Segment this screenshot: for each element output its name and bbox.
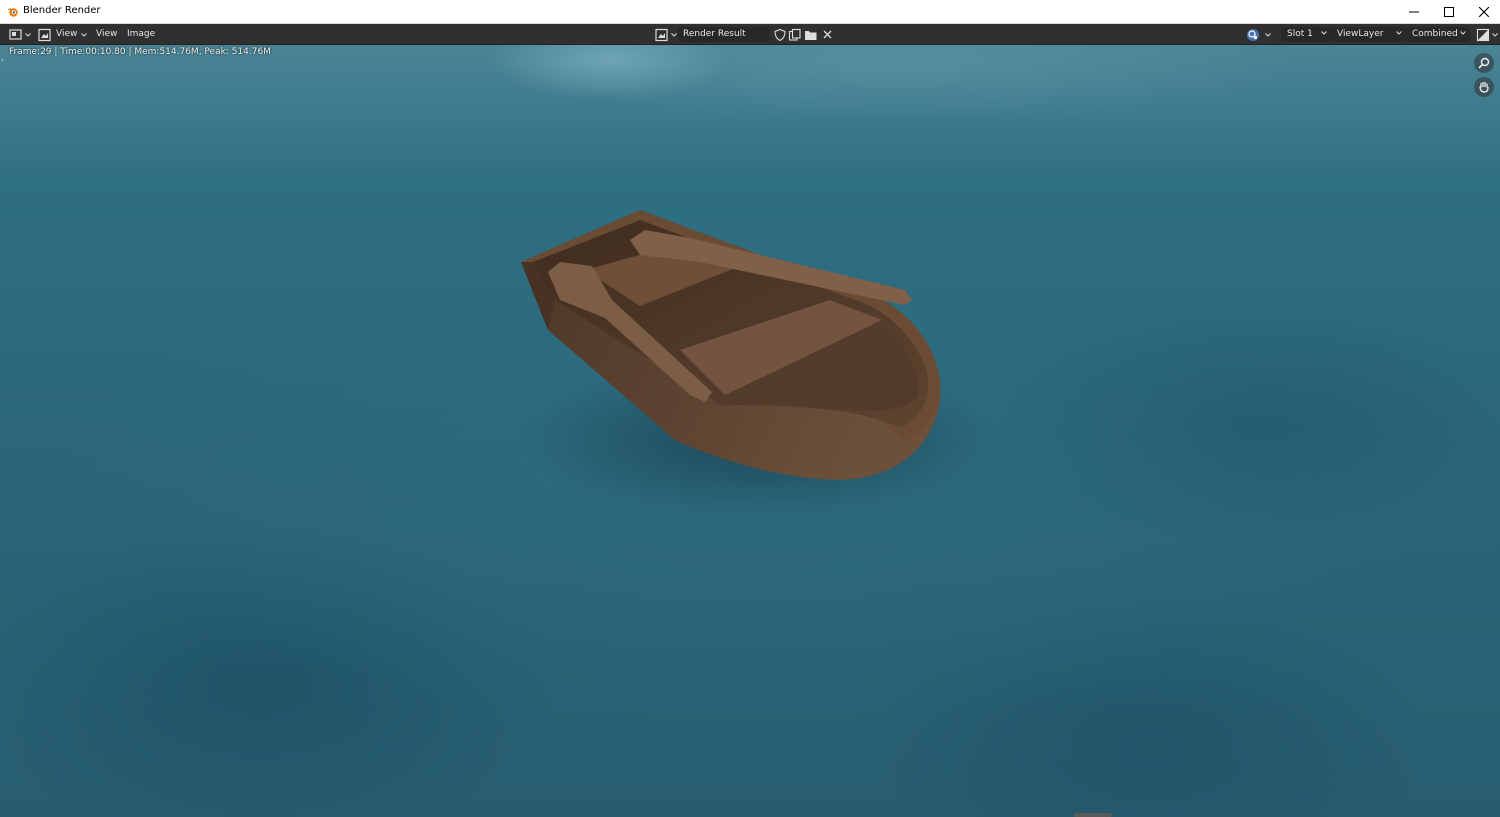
chevron-down-icon [1460, 31, 1466, 35]
view-layer-label: ViewLayer [1337, 29, 1384, 39]
render-info-text: Frame:29 | Time:00:10.80 | Mem:514.76M, … [9, 47, 271, 57]
horizontal-scrollbar[interactable] [1074, 813, 1112, 817]
window-titlebar: Blender Render [0, 0, 1500, 24]
gizmo-overlay-icon [1247, 28, 1259, 41]
slot-label: Slot 1 [1287, 29, 1313, 39]
chevron-down-icon [1492, 32, 1498, 37]
image-browse-icon [655, 28, 668, 41]
view-mode-selector[interactable]: View [38, 26, 88, 43]
render-viewport[interactable] [0, 45, 1500, 817]
view-mode-icon [38, 28, 51, 41]
open-image-button[interactable] [804, 26, 818, 43]
maximize-button[interactable] [1431, 0, 1467, 24]
chevron-down-icon [1396, 31, 1402, 35]
maximize-icon [1444, 7, 1454, 17]
new-image-button[interactable] [788, 26, 802, 43]
pan-button[interactable] [1474, 77, 1494, 97]
minimize-icon [1409, 11, 1419, 13]
menu-image[interactable]: Image [127, 28, 155, 41]
gizmo-overlay-toggle[interactable] [1246, 26, 1271, 43]
display-channels-selector[interactable] [1476, 26, 1498, 43]
open-folder-icon [805, 30, 817, 40]
view-layer-selector[interactable]: ViewLayer [1331, 27, 1406, 42]
zoom-magnifier-icon [1478, 57, 1490, 69]
render-pass-selector[interactable]: Combined [1406, 27, 1470, 42]
window-title: Blender Render [23, 5, 101, 16]
image-editor-header: View View Image Render Result Slot 1 Vie… [0, 24, 1500, 45]
close-button[interactable] [1466, 0, 1500, 24]
close-icon [1479, 7, 1489, 17]
pan-hand-icon [1479, 81, 1489, 93]
chevron-down-icon [671, 32, 677, 37]
image-name-field[interactable]: Render Result [678, 27, 770, 42]
chevron-down-icon [1265, 32, 1271, 37]
minimize-button[interactable] [1396, 0, 1432, 24]
toolbar-expand-icon[interactable]: › [1, 56, 4, 64]
chevron-down-icon [25, 32, 31, 37]
zoom-button[interactable] [1474, 53, 1494, 73]
image-browse-button[interactable] [655, 26, 677, 43]
render-pass-label: Combined [1412, 29, 1458, 39]
chevron-down-icon [1321, 31, 1327, 35]
editor-type-selector[interactable] [9, 26, 31, 43]
render-result-image [520, 210, 1000, 520]
chevron-down-icon [81, 32, 88, 37]
fake-user-shield-icon [774, 28, 786, 41]
new-image-icon [788, 28, 801, 41]
unlink-image-button[interactable] [821, 26, 835, 43]
slot-selector[interactable]: Slot 1 [1281, 27, 1331, 42]
view-mode-label: View [56, 29, 78, 39]
image-editor-icon [9, 28, 22, 40]
fake-user-button[interactable] [773, 26, 787, 43]
unlink-x-icon [823, 30, 832, 38]
menu-view[interactable]: View [96, 28, 117, 41]
display-channels-icon [1476, 28, 1490, 41]
blender-logo-icon [7, 8, 18, 17]
